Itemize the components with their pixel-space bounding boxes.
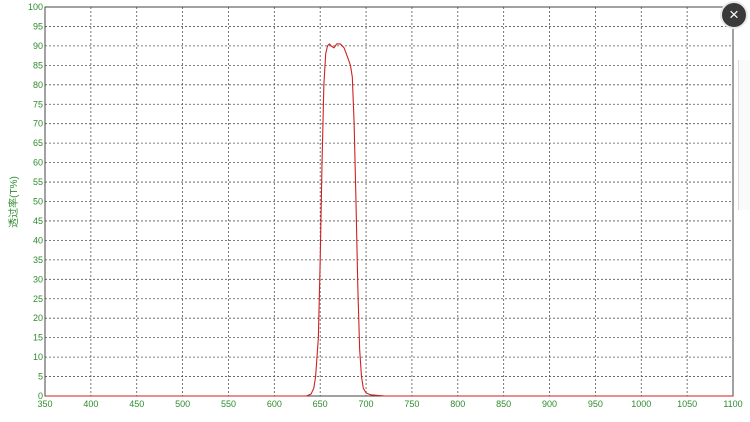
y-tick-label: 100 [28,2,43,12]
y-tick-label: 75 [33,99,43,109]
x-tick-label: 950 [588,399,603,409]
y-tick-label: 70 [33,119,43,129]
x-tick-label: 650 [313,399,328,409]
chart-svg: 350 400 450 500 550 600 650 700 750 800 850 900 950 1… [28,2,743,409]
y-tick-label: 80 [33,80,43,90]
y-tick-label: 35 [33,255,43,265]
y-tick-label: 95 [33,21,43,31]
y-tick-label: 90 [33,41,43,51]
side-panel-edge [738,60,750,210]
y-tick-label: 85 [33,60,43,70]
x-tick-label: 750 [404,399,419,409]
y-tick-label: 25 [33,294,43,304]
x-tick-label: 700 [359,399,374,409]
transmission-curve [45,43,733,397]
y-tick-label: 45 [33,216,43,226]
close-button[interactable]: × [722,3,746,27]
y-tick-label: 20 [33,313,43,323]
y-tick-label: 55 [33,177,43,187]
x-tick-label: 500 [175,399,190,409]
y-tick-label: 30 [33,274,43,284]
y-tick-label: 5 [38,372,43,382]
x-tick-label: 450 [129,399,144,409]
x-tick-label: 600 [267,399,282,409]
x-tick-label: 1100 [723,399,742,409]
y-tick-label: 15 [33,333,43,343]
x-tick-label: 900 [542,399,557,409]
close-icon: × [729,5,739,24]
y-tick-label: 40 [33,235,43,245]
x-tick-label: 1000 [631,399,651,409]
y-axis-label: 透过率(T%) [9,176,20,228]
x-tick-label: 1050 [677,399,697,409]
x-tick-label: 400 [83,399,98,409]
y-tick-label: 10 [33,352,43,362]
x-tick-label: 850 [496,399,511,409]
x-tick-label: 800 [450,399,465,409]
y-tick-label: 50 [33,197,43,207]
y-tick-label: 65 [33,138,43,148]
transmission-chart: 350 400 450 500 550 600 650 700 750 800 850 900 950 1… [0,0,750,417]
y-tick-label: 60 [33,158,43,168]
x-tick-label: 550 [221,399,236,409]
y-tick-label: 0 [38,391,43,401]
